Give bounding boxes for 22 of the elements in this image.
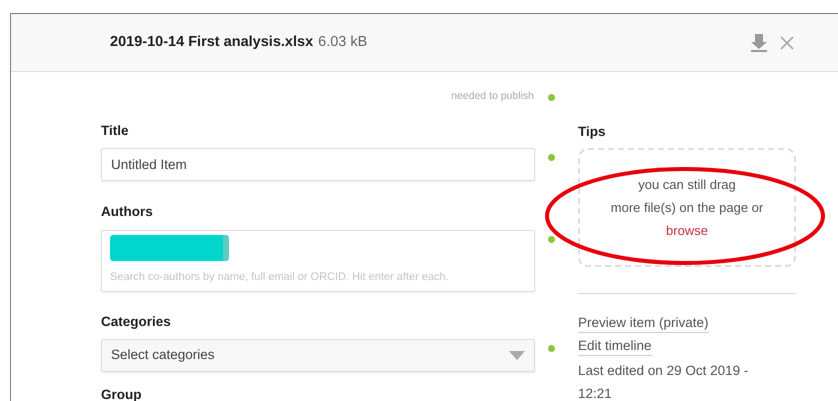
- tip-text: you can still drag: [637, 176, 737, 194]
- item-link[interactable]: Edit timeline: [578, 336, 652, 356]
- last-edited-text: Last edited on 29 Oct 2019 - 12:21: [578, 362, 750, 401]
- required-dot: [548, 94, 554, 100]
- field-label: Categories: [101, 312, 172, 331]
- close-icon[interactable]: [780, 36, 794, 50]
- drop-zone[interactable]: you can still drag more file(s) on the page or browse: [578, 148, 796, 267]
- field-label: Title: [101, 122, 130, 140]
- author-chip[interactable]: [110, 234, 229, 260]
- authors-field[interactable]: Search co-authors by name, full email or ORCID. Hit enter after each.: [101, 230, 535, 292]
- required-legend: needed to publish: [451, 89, 534, 105]
- download-icon[interactable]: [750, 34, 766, 52]
- text-field[interactable]: Untitled Item: [101, 148, 535, 182]
- field-label: Authors: [101, 203, 154, 222]
- file-name: 2019-10-14 First analysis.xlsx: [110, 32, 314, 52]
- tips-title: Tips: [578, 123, 607, 141]
- tip-text: more file(s) on the page or: [610, 198, 764, 217]
- browse-link[interactable]: browse: [666, 222, 708, 238]
- file-size: 6.03 kB: [318, 32, 368, 52]
- item-link[interactable]: Preview item (private): [578, 312, 709, 333]
- caret-icon: [508, 350, 525, 360]
- category-select[interactable]: Select categories: [101, 338, 535, 372]
